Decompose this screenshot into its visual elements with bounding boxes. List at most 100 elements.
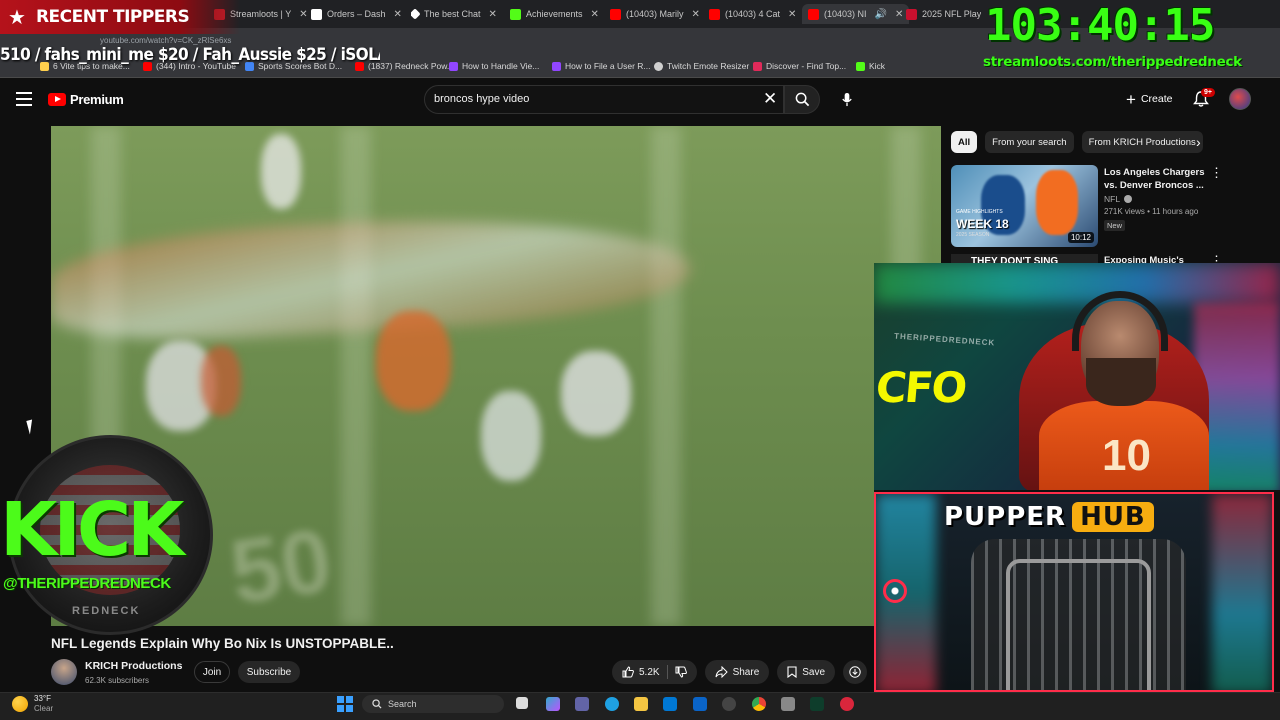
webcam-watermark: THERIPPEDREDNECK [893,331,996,348]
like-count: 5.2K [639,666,660,678]
taskbar-search[interactable]: Search [362,695,504,713]
app-icon[interactable] [781,697,795,711]
bookmark-favicon-icon [654,61,663,71]
speaker-icon[interactable]: 🔊 [875,9,887,20]
close-tab-icon[interactable]: ✕ [591,9,599,20]
recommendation-thumbnail[interactable]: GAME HIGHLIGHTS WEEK 18 2025 SEASON 10:1… [951,165,1098,247]
field-line [341,126,371,626]
recommendation-meta: 271K views • 11 hours ago [1104,207,1199,216]
pupper-hub-label: PUPPER HUB [944,501,1154,533]
close-tab-icon[interactable]: ✕ [489,9,497,20]
kick-logo-overlay: KICK @THERIPPEDREDNECK REDNECK [0,435,225,635]
browser-tab[interactable]: Achievements ✕ [510,4,599,24]
bookmark-favicon-icon [753,61,762,71]
youtube-play-icon [48,93,66,106]
football-player [261,134,301,209]
led-strip [1212,494,1272,690]
new-badge: New [1104,220,1126,231]
close-tab-icon[interactable]: ✕ [788,9,796,20]
file-explorer-icon[interactable] [634,697,648,711]
tab-favicon-icon [808,8,819,20]
like-button[interactable]: 5.2K [612,660,697,684]
screen: Streamloots | Y ✕ Orders – Dash ✕ The best… [0,0,1280,720]
share-button[interactable]: Share [704,660,770,684]
moon-weather-icon [12,696,28,712]
close-tab-icon[interactable]: ✕ [394,9,402,20]
bookmark-item[interactable]: Twitch Emote Resizer [654,61,749,71]
bookmark-item[interactable]: Discover - Find Top... [753,61,846,71]
voice-search-button[interactable] [836,88,858,110]
thumbnail-season: 2025 SEASON [956,232,990,238]
windows-start-icon[interactable] [337,696,353,712]
recommendation-channel[interactable]: NFL [1104,194,1133,204]
app-icon[interactable] [840,697,854,711]
browser-tab[interactable]: 2025 NFL Play [906,4,981,24]
join-button[interactable]: Join [194,661,230,683]
recommendation-title[interactable]: Los Angeles Chargers vs. Denver Broncos … [1104,166,1206,192]
edge-icon[interactable] [605,697,619,711]
tab-favicon-icon [510,8,521,20]
filter-chips: All From your search From KRICH Producti… [951,131,1203,153]
close-tab-icon[interactable]: ✕ [895,9,903,20]
create-button[interactable]: + Create [1120,88,1178,110]
ring-light-icon [883,579,907,603]
browser-tab[interactable]: (10403) 4 Cat ✕ [709,4,796,24]
football-player [561,351,631,436]
search-input-value[interactable]: broncos hype video [434,93,529,105]
tab-favicon-icon [411,8,421,20]
obs-icon[interactable] [722,697,736,711]
chip-from-channel[interactable]: From KRICH Productions [1081,131,1203,153]
thumbnail-caption: GAME HIGHLIGHTS [956,209,1003,215]
teams-icon[interactable] [575,697,589,711]
bookmark-favicon-icon [449,61,458,71]
football-player [201,346,241,416]
bookmark-item[interactable]: How to Handle Vie... [449,61,539,71]
task-view-icon[interactable] [516,697,528,709]
bookmark-item[interactable]: Kick [856,61,885,71]
tippers-ticker: 510 / fahs_mini_me $20 / Fah_Aussie $25 … [0,45,380,65]
chevron-right-icon[interactable]: › [1196,134,1201,150]
mouse-cursor-icon [26,419,36,435]
star-icon: ★ [8,6,26,29]
menu-icon[interactable] [16,92,32,106]
browser-tab-active[interactable]: (10403) NI 🔊 ✕ [802,4,910,24]
bookmark-item[interactable]: How to File a User R... [552,61,651,71]
recent-tippers-label: RECENT TIPPERS [35,7,190,27]
chip-all[interactable]: All [951,131,978,153]
crate-door [1006,559,1151,690]
thumbs-down-icon[interactable] [675,666,687,678]
temperature: 33°F [34,694,51,703]
thumbnail-player [1036,170,1078,235]
download-button[interactable] [843,660,868,684]
kick-wordmark: KICK [0,487,185,573]
outlook-icon[interactable] [693,697,707,711]
subscriber-count: 62.3K subscribers [85,676,150,685]
field-line [651,126,681,626]
weather-widget[interactable]: 33°F Clear [12,694,53,714]
channel-avatar[interactable] [51,659,77,685]
yard-number: 50 [224,510,338,624]
chip-from-search[interactable]: From your search [985,131,1074,153]
terminal-icon[interactable] [810,697,824,711]
channel-name[interactable]: KRICH Productions [85,660,182,672]
chrome-icon[interactable] [752,697,766,711]
clear-search-icon[interactable]: ✕ [763,90,777,107]
account-avatar[interactable] [1229,88,1251,110]
subscribe-button[interactable]: Subscribe [238,661,300,683]
bookmark-favicon-icon [856,61,865,71]
close-tab-icon[interactable]: ✕ [299,9,307,20]
save-button[interactable]: Save [777,660,836,684]
tab-favicon-icon [709,8,720,20]
url-text[interactable]: youtube.com/watch?v=CK_zRlSe6xs [100,36,231,45]
browser-tab[interactable]: Orders – Dash ✕ [311,4,402,24]
browser-tab[interactable]: (10403) Marily ✕ [610,4,700,24]
store-icon[interactable] [663,697,677,711]
more-options-icon[interactable]: ⋮ [1210,166,1223,179]
browser-tab[interactable]: The best Chat ✕ [411,4,497,24]
search-icon [795,92,809,107]
close-tab-icon[interactable]: ✕ [692,9,700,20]
youtube-logo[interactable]: Premium [48,92,124,107]
search-button[interactable] [784,85,820,114]
copilot-icon[interactable] [546,697,560,711]
football-player [481,391,541,481]
